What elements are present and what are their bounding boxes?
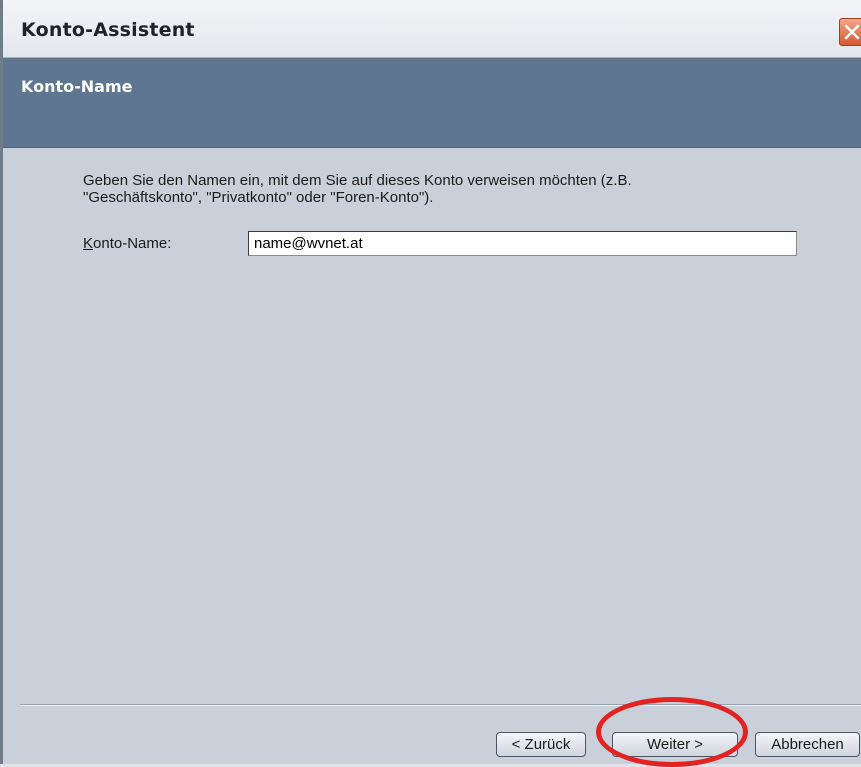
account-name-input[interactable] <box>248 231 797 256</box>
page-title: Konto-Name <box>21 77 133 96</box>
instruction-line-1: Geben Sie den Namen ein, mit dem Sie auf… <box>83 172 632 189</box>
account-name-label-text: onto-Name: <box>93 235 172 252</box>
instruction-text: Geben Sie den Namen ein, mit dem Sie auf… <box>83 172 783 206</box>
wizard-content: Geben Sie den Namen ein, mit dem Sie auf… <box>6 148 861 764</box>
wizard-window: Konto-Assistent Konto-Name Geben Sie den… <box>0 0 861 767</box>
instruction-line-2: "Geschäftskonto", "Privatkonto" oder "Fo… <box>83 189 434 206</box>
close-button[interactable] <box>839 18 861 46</box>
back-button[interactable]: < Zurück <box>496 732 586 757</box>
next-button[interactable]: Weiter > <box>612 732 738 757</box>
footer-divider <box>20 704 861 706</box>
cancel-button[interactable]: Abbrechen <box>755 732 860 757</box>
account-name-label-accelerator: K <box>83 235 94 252</box>
title-bar[interactable]: Konto-Assistent <box>3 0 861 58</box>
close-icon <box>844 24 860 40</box>
window-title: Konto-Assistent <box>21 19 195 41</box>
page-header: Konto-Name <box>3 58 861 148</box>
account-name-label: Konto-Name: <box>83 235 171 252</box>
